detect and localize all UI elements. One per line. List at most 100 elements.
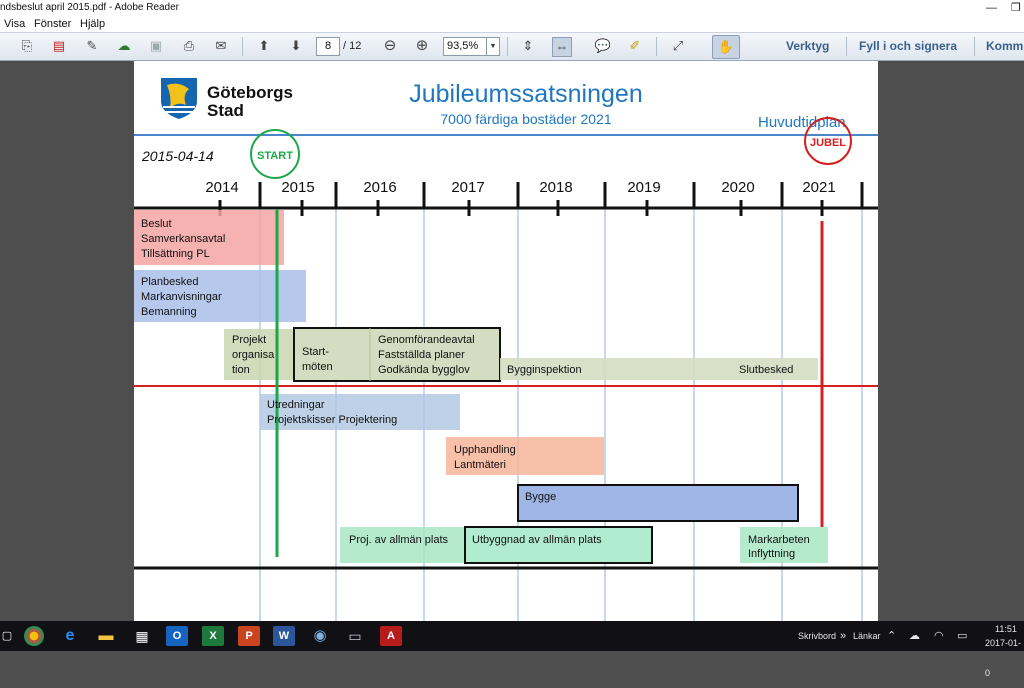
email-icon[interactable]: ✉: [212, 37, 230, 55]
page-total: / 12: [343, 40, 362, 52]
wifi-icon[interactable]: ◠: [934, 621, 944, 651]
window-title-bar: ndsbeslut april 2015.pdf - Adobe Reader …: [0, 0, 1024, 16]
edit-icon[interactable]: ✎: [83, 37, 101, 55]
restore-icon[interactable]: ❐: [1011, 0, 1021, 16]
bar-text: Bygge: [525, 491, 556, 503]
bar-text: Planbesked: [141, 276, 199, 288]
bar-text: Projektskisser Projektering: [267, 414, 397, 426]
next-page-icon[interactable]: ⬇: [287, 37, 305, 55]
cloud-upload-icon[interactable]: ☁: [115, 37, 133, 55]
tray-up-icon[interactable]: ⌃: [887, 621, 896, 651]
toolbar: ⎘ ▤ ✎ ☁ ▣ ⎙ ✉ ⬆ ⬇ 8 / 12 ⊖ ⊕ 93,5% ▼ ⇕ ⇔…: [0, 32, 1024, 61]
menu-fonster[interactable]: Fönster: [34, 16, 71, 32]
year-label: 2016: [363, 179, 396, 196]
slide-title: Jubileumssatsningen: [409, 80, 642, 108]
hand-tool-icon[interactable]: ✋: [712, 35, 740, 59]
toolbar-separator: [974, 37, 975, 56]
create-pdf-icon[interactable]: ⎘: [18, 37, 36, 55]
bar-bygge: [517, 484, 799, 522]
bar-text: Markanvisningar: [141, 291, 222, 303]
menu-visa[interactable]: Visa: [4, 16, 25, 32]
bar-text: Fastställda planer: [378, 349, 465, 361]
full-screen-icon[interactable]: ⤢: [669, 37, 687, 55]
zoom-dropdown-icon[interactable]: ▼: [486, 37, 500, 56]
bar-text: Beslut: [141, 218, 172, 230]
timeline-slide: Göteborgs Stad Jubileumssatsningen 7000 …: [134, 78, 878, 621]
fit-page-icon[interactable]: ⇕: [519, 37, 537, 55]
clock-date[interactable]: 2017-01-0: [985, 628, 1024, 688]
export-pdf-icon[interactable]: ▤: [50, 37, 68, 55]
bar-text: Genomförandeavtal: [378, 334, 475, 346]
edge-icon[interactable]: e: [59, 626, 81, 646]
zoom-in-icon[interactable]: ⊕: [413, 37, 431, 55]
bar-text: möten: [302, 361, 333, 373]
fill-sign-button[interactable]: Fyll i och signera: [859, 37, 957, 56]
bar-text: Bemanning: [141, 306, 197, 318]
page-number-input[interactable]: 8: [316, 37, 340, 56]
excel-icon[interactable]: X: [202, 626, 224, 646]
bar-text: Slutbesked: [739, 364, 793, 376]
bar-text: Utbyggnad av allmän plats: [472, 534, 602, 546]
bar-text: Utredningar: [267, 399, 325, 411]
year-label: 2019: [627, 179, 660, 196]
comment-icon[interactable]: 💬: [594, 37, 612, 55]
bar-text: Tillsättning PL: [141, 248, 210, 260]
bar-text: Lantmäteri: [454, 459, 506, 471]
toolbar-separator: [846, 37, 847, 56]
chevron-icon[interactable]: »: [840, 621, 846, 651]
year-labels: 2014 2015 2016 2017 2018 2019 2020 2021: [205, 179, 835, 196]
year-label: 2015: [281, 179, 314, 196]
browser-icon[interactable]: ◉: [309, 626, 331, 646]
bar-text: Projekt: [232, 334, 266, 346]
window-title: ndsbeslut april 2015.pdf - Adobe Reader: [0, 2, 180, 13]
powerpoint-icon[interactable]: P: [238, 626, 260, 646]
print-icon[interactable]: ⎙: [180, 37, 198, 55]
start-label: START: [257, 150, 293, 162]
toolbar-separator: [242, 37, 243, 56]
pdf-page: Göteborgs Stad Jubileumssatsningen 7000 …: [134, 61, 878, 621]
highlight-icon[interactable]: ✐: [626, 37, 644, 55]
year-label: 2021: [802, 179, 835, 196]
bar-text: tion: [232, 364, 250, 376]
onedrive-icon[interactable]: ☁: [909, 621, 920, 651]
bar-text: Samverkansavtal: [141, 233, 225, 245]
taskbar: ▢ e ▬ ▦ O X P W ◉ ▭ A Skrivbord » Länkar…: [0, 621, 1024, 678]
previous-page-icon[interactable]: ⬆: [255, 37, 273, 55]
jubel-label: JUBEL: [810, 137, 846, 149]
menu-bar: Visa Fönster Hjälp: [0, 16, 1024, 32]
plan-label: Huvudtidplan: [758, 114, 846, 131]
logo-text-goteborgs: Göteborgs: [207, 83, 293, 102]
store-icon[interactable]: ▦: [131, 626, 153, 646]
bar-text: Start-: [302, 346, 329, 358]
outlook-icon[interactable]: O: [166, 626, 188, 646]
menu-hjalp[interactable]: Hjälp: [80, 16, 105, 32]
toolbar-separator: [507, 37, 508, 56]
adobe-reader-icon[interactable]: A: [380, 626, 402, 646]
word-icon[interactable]: W: [273, 626, 295, 646]
chrome-icon[interactable]: [24, 626, 44, 646]
bar-text: organisa: [232, 349, 275, 361]
fit-width-icon[interactable]: ⇔: [552, 37, 572, 57]
keyboard-icon[interactable]: ▭: [957, 621, 967, 651]
comment-button[interactable]: Komm: [986, 37, 1023, 56]
bar-text: Upphandling: [454, 444, 516, 456]
tools-button[interactable]: Verktyg: [786, 37, 829, 56]
zoom-out-icon[interactable]: ⊖: [381, 37, 399, 55]
year-label: 2014: [205, 179, 238, 196]
goteborg-logo: [161, 78, 197, 119]
file-explorer-icon[interactable]: ▬: [95, 626, 117, 646]
start-menu-icon[interactable]: ▢: [0, 626, 18, 646]
bar-text: Proj. av allmän plats: [349, 534, 449, 546]
year-label: 2017: [451, 179, 484, 196]
save-icon[interactable]: ▣: [147, 37, 165, 55]
bar-text: Inflyttning: [748, 548, 795, 560]
slide-subtitle: 7000 färdiga bostäder 2021: [440, 111, 611, 127]
year-label: 2018: [539, 179, 572, 196]
bar-text: Bygginspektion: [507, 364, 582, 376]
links-toolbar[interactable]: Länkar: [853, 621, 881, 651]
app-window-icon[interactable]: ▭: [344, 626, 366, 646]
desktop-toolbar[interactable]: Skrivbord: [798, 621, 836, 651]
minimize-icon[interactable]: —: [986, 0, 997, 16]
zoom-input[interactable]: 93,5%: [443, 37, 490, 56]
toolbar-separator: [656, 37, 657, 56]
